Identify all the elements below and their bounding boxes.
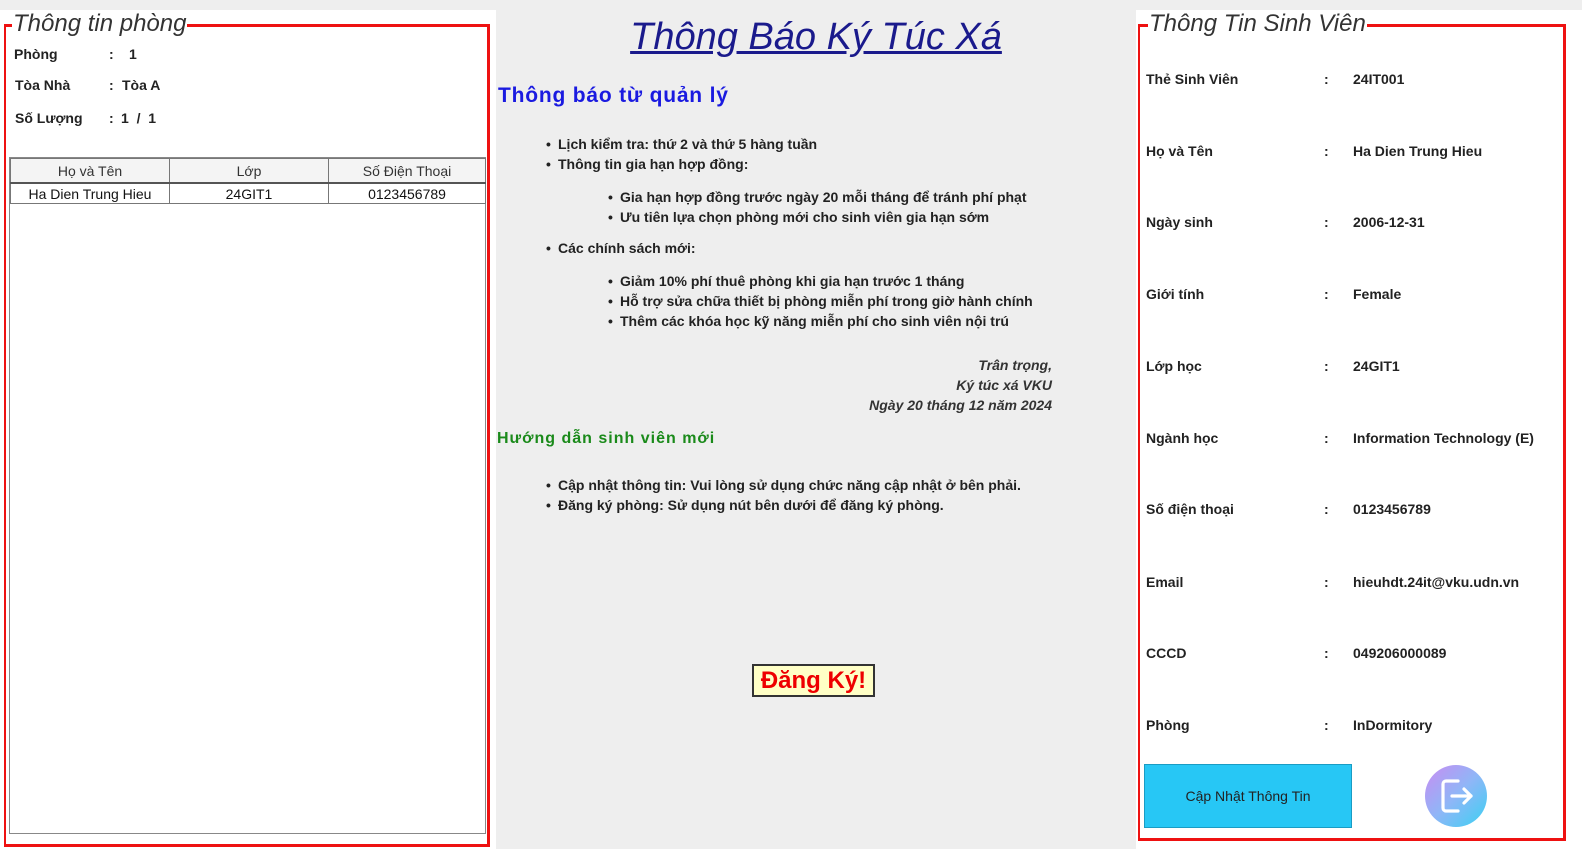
logout-icon: [1441, 779, 1473, 813]
field-phone: Số điện thoại : 0123456789: [1136, 501, 1582, 519]
field-sep: :: [1324, 430, 1329, 446]
student-info-panel: Thông Tin Sinh Viên Thẻ Sinh Viên : 24IT…: [1136, 10, 1582, 849]
field-value: Ha Dien Trung Hieu: [1353, 143, 1483, 159]
signature-date: Ngày 20 tháng 12 năm 2024: [869, 397, 1052, 413]
new-student-guide-heading: Hướng dẫn sinh viên mới: [497, 430, 716, 447]
field-sep: :: [1324, 717, 1329, 733]
field-label: Ngành học: [1146, 430, 1219, 446]
field-class: Lớp học : 24GIT1: [1136, 358, 1582, 376]
notice-area: Thông Báo Ký Túc Xá Thông báo từ quản lý…: [497, 0, 1135, 849]
student-info-legend: Thông Tin Sinh Viên: [1148, 10, 1367, 38]
field-sep: :: [1324, 358, 1329, 374]
field-value: Information Technology (E): [1353, 430, 1534, 446]
field-value: Female: [1353, 286, 1402, 302]
logout-button[interactable]: [1425, 765, 1487, 827]
count-sep: :: [109, 110, 114, 126]
field-label: Ngày sinh: [1146, 214, 1213, 230]
room-info-legend: Thông tin phòng: [12, 10, 188, 38]
field-gender: Giới tính : Female: [1136, 286, 1582, 304]
field-label: Thẻ Sinh Viên: [1146, 71, 1239, 87]
col-header-name[interactable]: Họ và Tên: [10, 158, 170, 184]
room-sep: :: [109, 46, 114, 62]
cell-phone: 0123456789: [328, 182, 486, 204]
field-value: 2006-12-31: [1353, 214, 1425, 230]
building-sep: :: [109, 77, 114, 93]
field-sep: :: [1324, 214, 1329, 230]
table-row[interactable]: Ha Dien Trung Hieu 24GIT1 0123456789: [10, 182, 486, 204]
room-label: Phòng: [14, 46, 58, 62]
field-value: 24IT001: [1353, 71, 1405, 87]
field-value: InDormitory: [1353, 717, 1433, 733]
list-item: Cập nhật thông tin: Vui lòng sử dụng chứ…: [546, 477, 1021, 493]
update-info-button[interactable]: Cập Nhật Thông Tin: [1144, 764, 1352, 828]
signature-line: Trân trọng,: [978, 357, 1052, 373]
field-value: 049206000089: [1353, 645, 1447, 661]
field-citizen-id: CCCD : 049206000089: [1136, 645, 1582, 663]
signature-line: Ký túc xá VKU: [956, 377, 1052, 393]
count-value: 1 / 1: [121, 110, 157, 126]
building-value: Tòa A: [122, 77, 161, 93]
building-label: Tòa Nhà: [15, 77, 71, 93]
field-label: Phòng: [1146, 717, 1190, 733]
field-label: Họ và Tên: [1146, 143, 1213, 159]
list-item: Các chính sách mới:: [546, 240, 696, 256]
field-full-name: Họ và Tên : Ha Dien Trung Hieu: [1136, 143, 1582, 161]
table-header-row: Họ và Tên Lớp Số Điện Thoại: [10, 158, 486, 184]
field-label: Email: [1146, 574, 1184, 590]
page-title: Thông Báo Ký Túc Xá: [630, 16, 1002, 58]
field-label: Lớp học: [1146, 358, 1202, 374]
list-item: Lịch kiểm tra: thứ 2 và thứ 5 hàng tuần: [546, 136, 817, 152]
field-sep: :: [1324, 286, 1329, 302]
roommates-table-container[interactable]: Họ và Tên Lớp Số Điện Thoại Ha Dien Trun…: [9, 157, 486, 834]
list-item: Ưu tiên lựa chọn phòng mới cho sinh viên…: [608, 209, 989, 225]
field-sep: :: [1324, 143, 1329, 159]
field-sep: :: [1324, 501, 1329, 517]
field-sep: :: [1324, 574, 1329, 590]
list-item: Thông tin gia hạn hợp đồng:: [546, 156, 748, 172]
field-major: Ngành học : Information Technology (E): [1136, 430, 1582, 448]
count-label: Số Lượng: [15, 110, 83, 126]
field-student-id: Thẻ Sinh Viên : 24IT001: [1136, 71, 1582, 89]
field-birthdate: Ngày sinh : 2006-12-31: [1136, 214, 1582, 232]
cell-class: 24GIT1: [169, 182, 329, 204]
field-value: hieuhdt.24it@vku.udn.vn: [1353, 574, 1520, 590]
roommates-table: Họ và Tên Lớp Số Điện Thoại Ha Dien Trun…: [10, 158, 486, 204]
col-header-class[interactable]: Lớp: [169, 158, 329, 184]
field-room: Phòng : InDormitory: [1136, 717, 1582, 735]
list-item: Hỗ trợ sửa chữa thiết bị phòng miễn phí …: [608, 293, 1033, 309]
field-email: Email : hieuhdt.24it@vku.udn.vn: [1136, 574, 1582, 592]
register-button[interactable]: Đăng Ký!: [752, 664, 875, 697]
field-label: CCCD: [1146, 645, 1187, 661]
room-value: 1: [129, 46, 137, 62]
field-value: 0123456789: [1353, 501, 1431, 517]
field-sep: :: [1324, 645, 1329, 661]
field-label: Số điện thoại: [1146, 501, 1234, 517]
list-item: Gia hạn hợp đồng trước ngày 20 mỗi tháng…: [608, 189, 1027, 205]
manager-notice-heading: Thông báo từ quản lý: [498, 84, 729, 107]
list-item: Đăng ký phòng: Sử dụng nút bên dưới để đ…: [546, 497, 944, 513]
list-item: Thêm các khóa học kỹ năng miễn phí cho s…: [608, 313, 1009, 329]
cell-name: Ha Dien Trung Hieu: [10, 182, 170, 204]
list-item: Giảm 10% phí thuê phòng khi gia hạn trướ…: [608, 273, 964, 289]
field-value: 24GIT1: [1353, 358, 1400, 374]
field-label: Giới tính: [1146, 286, 1205, 302]
room-info-panel: Thông tin phòng Phòng : 1 Tòa Nhà : Tòa …: [0, 10, 496, 849]
col-header-phone[interactable]: Số Điện Thoại: [328, 158, 486, 184]
field-sep: :: [1324, 71, 1329, 87]
